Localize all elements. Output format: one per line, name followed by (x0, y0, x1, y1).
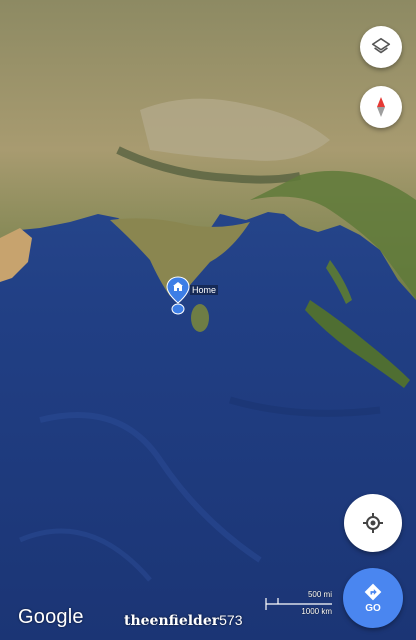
layers-icon (371, 37, 391, 54)
marker-label: Home (190, 285, 219, 295)
map-scale: 500 mi 1000 km (264, 588, 334, 624)
watermark-name: theenfielder (124, 613, 220, 629)
scale-km: 1000 km (301, 607, 332, 616)
my-location-icon (363, 513, 383, 533)
scale-miles: 500 mi (307, 590, 332, 599)
watermark-number: 573 (219, 612, 243, 628)
directions-icon (364, 583, 382, 601)
compass-icon (377, 97, 385, 117)
compass-button[interactable] (360, 86, 402, 128)
home-marker[interactable] (164, 276, 192, 316)
layers-button[interactable] (360, 26, 402, 68)
google-logo: Google (18, 606, 84, 628)
go-button[interactable]: GO (343, 568, 403, 628)
go-label: GO (365, 603, 381, 614)
watermark: theenfielder573 (124, 612, 242, 629)
my-location-button[interactable] (344, 494, 402, 552)
